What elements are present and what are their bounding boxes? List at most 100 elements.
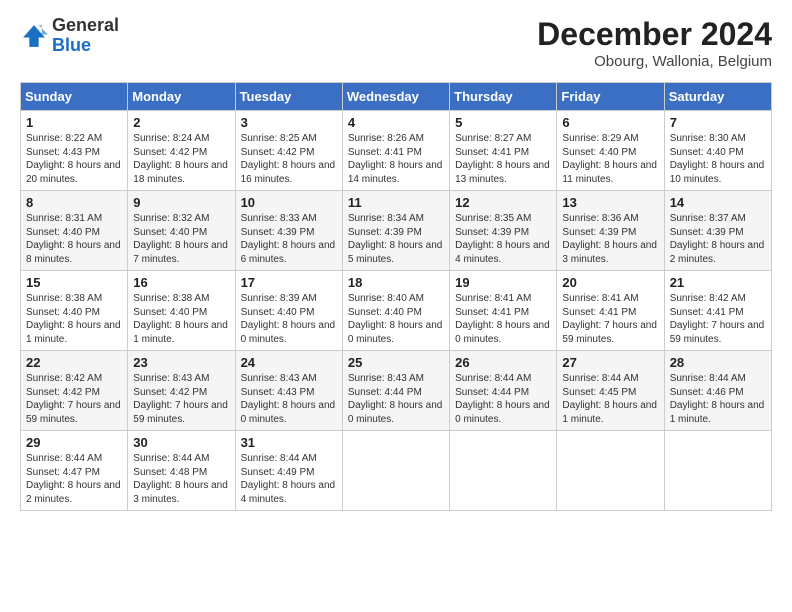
- day-info: Sunrise: 8:37 AMSunset: 4:39 PMDaylight:…: [670, 212, 766, 266]
- day-info: Sunrise: 8:22 AMSunset: 4:43 PMDaylight:…: [26, 132, 122, 186]
- logo-text: General Blue: [52, 16, 119, 56]
- calendar-cell: 10 Sunrise: 8:33 AMSunset: 4:39 PMDayligh…: [235, 191, 342, 271]
- calendar-header-cell: Wednesday: [342, 83, 449, 111]
- calendar-week-row: 22 Sunrise: 8:42 AMSunset: 4:42 PMDayligh…: [21, 351, 772, 431]
- calendar-cell: 28 Sunrise: 8:44 AMSunset: 4:46 PMDayligh…: [664, 351, 771, 431]
- calendar-cell: 26Sunrise: 8:44 AMSunset: 4:44 PMDayligh…: [450, 351, 557, 431]
- day-number: 1: [26, 115, 122, 130]
- calendar-cell: 18 Sunrise: 8:40 AMSunset: 4:40 PMDayligh…: [342, 271, 449, 351]
- calendar-cell: 11Sunrise: 8:34 AMSunset: 4:39 PMDayligh…: [342, 191, 449, 271]
- calendar-cell: [664, 431, 771, 511]
- day-info: Sunrise: 8:38 AMSunset: 4:40 PMDaylight:…: [133, 292, 229, 346]
- day-info: Sunrise: 8:43 AMSunset: 4:43 PMDaylight:…: [241, 372, 337, 426]
- calendar-cell: 23Sunrise: 8:43 AMSunset: 4:42 PMDayligh…: [128, 351, 235, 431]
- day-number: 15: [26, 275, 122, 290]
- calendar-cell: 13 Sunrise: 8:36 AMSunset: 4:39 PMDayligh…: [557, 191, 664, 271]
- calendar-cell: 21Sunrise: 8:42 AMSunset: 4:41 PMDayligh…: [664, 271, 771, 351]
- day-number: 23: [133, 355, 229, 370]
- calendar-cell: [342, 431, 449, 511]
- day-info: Sunrise: 8:42 AMSunset: 4:42 PMDaylight:…: [26, 372, 122, 426]
- calendar: SundayMondayTuesdayWednesdayThursdayFrid…: [20, 82, 772, 511]
- day-number: 16: [133, 275, 229, 290]
- calendar-cell: 20Sunrise: 8:41 AMSunset: 4:41 PMDayligh…: [557, 271, 664, 351]
- calendar-week-row: 15 Sunrise: 8:38 AMSunset: 4:40 PMDayligh…: [21, 271, 772, 351]
- day-number: 28: [670, 355, 766, 370]
- day-info: Sunrise: 8:41 AMSunset: 4:41 PMDaylight:…: [455, 292, 551, 346]
- day-number: 20: [562, 275, 658, 290]
- day-info: Sunrise: 8:44 AMSunset: 4:47 PMDaylight:…: [26, 452, 122, 506]
- day-info: Sunrise: 8:44 AMSunset: 4:48 PMDaylight:…: [133, 452, 229, 506]
- day-number: 12: [455, 195, 551, 210]
- logo-icon: [20, 22, 48, 50]
- day-number: 10: [241, 195, 337, 210]
- calendar-week-row: 29Sunrise: 8:44 AMSunset: 4:47 PMDayligh…: [21, 431, 772, 511]
- calendar-week-row: 8Sunrise: 8:31 AMSunset: 4:40 PMDaylight…: [21, 191, 772, 271]
- day-number: 9: [133, 195, 229, 210]
- day-info: Sunrise: 8:27 AMSunset: 4:41 PMDaylight:…: [455, 132, 551, 186]
- calendar-cell: 29Sunrise: 8:44 AMSunset: 4:47 PMDayligh…: [21, 431, 128, 511]
- day-info: Sunrise: 8:43 AMSunset: 4:44 PMDaylight:…: [348, 372, 444, 426]
- day-number: 24: [241, 355, 337, 370]
- day-number: 25: [348, 355, 444, 370]
- day-info: Sunrise: 8:26 AMSunset: 4:41 PMDaylight:…: [348, 132, 444, 186]
- logo-general: General: [52, 15, 119, 35]
- calendar-header-cell: Friday: [557, 83, 664, 111]
- calendar-header-cell: Monday: [128, 83, 235, 111]
- day-number: 18: [348, 275, 444, 290]
- day-number: 7: [670, 115, 766, 130]
- day-info: Sunrise: 8:44 AMSunset: 4:45 PMDaylight:…: [562, 372, 658, 426]
- day-info: Sunrise: 8:44 AMSunset: 4:46 PMDaylight:…: [670, 372, 766, 426]
- day-number: 19: [455, 275, 551, 290]
- calendar-cell: 24 Sunrise: 8:43 AMSunset: 4:43 PMDayligh…: [235, 351, 342, 431]
- calendar-cell: 19 Sunrise: 8:41 AMSunset: 4:41 PMDayligh…: [450, 271, 557, 351]
- day-info: Sunrise: 8:25 AMSunset: 4:42 PMDaylight:…: [241, 132, 337, 186]
- calendar-cell: 22 Sunrise: 8:42 AMSunset: 4:42 PMDayligh…: [21, 351, 128, 431]
- day-info: Sunrise: 8:24 AMSunset: 4:42 PMDaylight:…: [133, 132, 229, 186]
- day-number: 6: [562, 115, 658, 130]
- calendar-cell: 3Sunrise: 8:25 AMSunset: 4:42 PMDaylight…: [235, 111, 342, 191]
- day-info: Sunrise: 8:32 AMSunset: 4:40 PMDaylight:…: [133, 212, 229, 266]
- calendar-cell: 16 Sunrise: 8:38 AMSunset: 4:40 PMDayligh…: [128, 271, 235, 351]
- day-number: 11: [348, 195, 444, 210]
- day-info: Sunrise: 8:33 AMSunset: 4:39 PMDaylight:…: [241, 212, 337, 266]
- calendar-cell: 27 Sunrise: 8:44 AMSunset: 4:45 PMDayligh…: [557, 351, 664, 431]
- calendar-cell: 8Sunrise: 8:31 AMSunset: 4:40 PMDaylight…: [21, 191, 128, 271]
- calendar-cell: 31Sunrise: 8:44 AMSunset: 4:49 PMDayligh…: [235, 431, 342, 511]
- day-info: Sunrise: 8:40 AMSunset: 4:40 PMDaylight:…: [348, 292, 444, 346]
- calendar-cell: [557, 431, 664, 511]
- calendar-cell: 17 Sunrise: 8:39 AMSunset: 4:40 PMDayligh…: [235, 271, 342, 351]
- calendar-cell: 4Sunrise: 8:26 AMSunset: 4:41 PMDaylight…: [342, 111, 449, 191]
- day-number: 27: [562, 355, 658, 370]
- day-number: 8: [26, 195, 122, 210]
- calendar-header-cell: Saturday: [664, 83, 771, 111]
- calendar-cell: 2Sunrise: 8:24 AMSunset: 4:42 PMDaylight…: [128, 111, 235, 191]
- calendar-cell: 9 Sunrise: 8:32 AMSunset: 4:40 PMDaylight…: [128, 191, 235, 271]
- page-subtitle: Obourg, Wallonia, Belgium: [537, 53, 772, 70]
- calendar-cell: 15 Sunrise: 8:38 AMSunset: 4:40 PMDayligh…: [21, 271, 128, 351]
- calendar-cell: 6 Sunrise: 8:29 AMSunset: 4:40 PMDaylight…: [557, 111, 664, 191]
- day-info: Sunrise: 8:36 AMSunset: 4:39 PMDaylight:…: [562, 212, 658, 266]
- page-title: December 2024: [537, 16, 772, 53]
- day-info: Sunrise: 8:39 AMSunset: 4:40 PMDaylight:…: [241, 292, 337, 346]
- day-number: 5: [455, 115, 551, 130]
- calendar-cell: 1 Sunrise: 8:22 AMSunset: 4:43 PMDaylight…: [21, 111, 128, 191]
- day-number: 22: [26, 355, 122, 370]
- page: General Blue December 2024 Obourg, Wallo…: [0, 0, 792, 612]
- calendar-cell: 7 Sunrise: 8:30 AMSunset: 4:40 PMDaylight…: [664, 111, 771, 191]
- calendar-cell: 12 Sunrise: 8:35 AMSunset: 4:39 PMDayligh…: [450, 191, 557, 271]
- header: General Blue December 2024 Obourg, Wallo…: [20, 16, 772, 70]
- day-info: Sunrise: 8:38 AMSunset: 4:40 PMDaylight:…: [26, 292, 122, 346]
- day-info: Sunrise: 8:30 AMSunset: 4:40 PMDaylight:…: [670, 132, 766, 186]
- calendar-cell: [450, 431, 557, 511]
- day-number: 14: [670, 195, 766, 210]
- day-number: 31: [241, 435, 337, 450]
- calendar-cell: 30Sunrise: 8:44 AMSunset: 4:48 PMDayligh…: [128, 431, 235, 511]
- day-info: Sunrise: 8:29 AMSunset: 4:40 PMDaylight:…: [562, 132, 658, 186]
- day-number: 26: [455, 355, 551, 370]
- calendar-header-cell: Tuesday: [235, 83, 342, 111]
- day-number: 17: [241, 275, 337, 290]
- calendar-cell: 5 Sunrise: 8:27 AMSunset: 4:41 PMDaylight…: [450, 111, 557, 191]
- day-number: 13: [562, 195, 658, 210]
- day-info: Sunrise: 8:35 AMSunset: 4:39 PMDaylight:…: [455, 212, 551, 266]
- logo-blue: Blue: [52, 36, 119, 56]
